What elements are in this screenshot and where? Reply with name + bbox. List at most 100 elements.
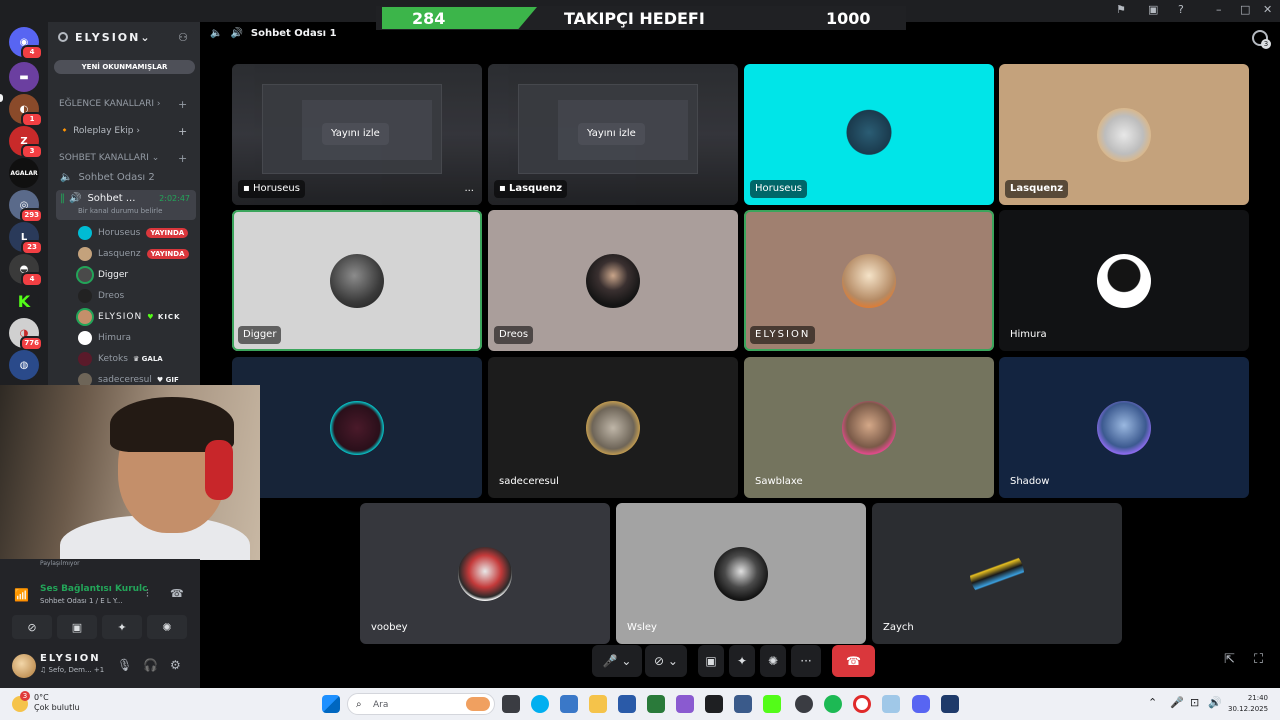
voice-user[interactable]: Digger xyxy=(78,264,193,285)
discord-icon[interactable] xyxy=(912,695,930,713)
start-icon[interactable] xyxy=(322,695,340,713)
invite-people-icon[interactable]: ⚇ xyxy=(178,31,188,44)
kick-icon[interactable] xyxy=(763,695,781,713)
discord-home-icon[interactable]: ◉ 4 xyxy=(9,27,43,60)
server-icon[interactable]: L 23 xyxy=(9,222,43,255)
network-icon[interactable]: ⊡ xyxy=(1190,696,1199,709)
screen-share-button[interactable]: ▣ xyxy=(57,615,97,639)
watch-stream-button[interactable]: Yayını izle xyxy=(322,123,389,145)
headphones-icon[interactable]: 🎧 xyxy=(143,658,158,672)
dreamweaver-icon[interactable] xyxy=(647,695,665,713)
app-icon[interactable] xyxy=(618,695,636,713)
server-icon[interactable]: ◎ 293 xyxy=(9,190,43,223)
settings-icon[interactable]: ⚙ xyxy=(170,658,181,672)
app-icon[interactable] xyxy=(941,695,959,713)
show-hidden-icons[interactable]: ⌃ xyxy=(1148,696,1157,709)
disconnect-icon[interactable]: ☎ xyxy=(170,587,184,600)
server-icon[interactable]: AGALAR xyxy=(9,158,39,188)
volume-icon[interactable]: 🔊 xyxy=(1208,696,1222,709)
server-icon[interactable]: ◓ 4 xyxy=(9,254,43,287)
app-icon[interactable] xyxy=(734,695,752,713)
spotify-icon[interactable] xyxy=(824,695,842,713)
user-tile[interactable]: sadeceresul xyxy=(488,357,738,498)
store-icon[interactable] xyxy=(560,695,578,713)
user-tile[interactable]: Lasquenz xyxy=(999,64,1249,205)
user-tile[interactable]: Shadow xyxy=(999,357,1249,498)
help-icon[interactable]: ? xyxy=(1178,3,1184,16)
nvidia-icon[interactable] xyxy=(705,695,723,713)
visual-studio-icon[interactable] xyxy=(676,695,694,713)
voice-user[interactable]: Dreos xyxy=(78,285,193,306)
close-icon[interactable]: ✕ xyxy=(1263,3,1272,16)
voice-channel-path[interactable]: Sohbet Odası 1 / E L Y... xyxy=(40,597,123,605)
inbox-icon[interactable]: ⚑ xyxy=(1116,3,1126,16)
add-channel-icon[interactable]: + xyxy=(178,125,187,138)
more-icon[interactable]: ··· xyxy=(464,186,474,197)
user-tile[interactable]: Horuseus xyxy=(744,64,994,205)
voice-user[interactable]: Lasquenz YAYINDA xyxy=(78,243,193,264)
minimize-icon[interactable]: – xyxy=(1216,3,1222,16)
user-tile[interactable]: Dreos xyxy=(488,210,738,351)
leave-call-button[interactable]: ☎ xyxy=(832,645,875,677)
activities-button[interactable]: ✦ xyxy=(729,645,755,677)
server-icon[interactable]: ◍ xyxy=(9,350,39,380)
camera-toggle-button[interactable]: ⊘ xyxy=(12,615,52,639)
activities-button[interactable]: ✦ xyxy=(102,615,142,639)
voice-channel-sohbet-2[interactable]: 🔈 Sohbet Odası 2 xyxy=(56,168,196,186)
user-tile[interactable]: ELYSION xyxy=(744,210,994,351)
user-tile[interactable]: Wsley xyxy=(616,503,866,644)
popout-icon[interactable]: ⇱ xyxy=(1224,652,1235,667)
stream-tile[interactable]: Yayını izle ▪ Lasquenz xyxy=(488,64,738,205)
clock[interactable]: 21:40 30.12.2025 xyxy=(1228,693,1268,715)
voice-status[interactable]: Ses Bağlantısı Kurulc xyxy=(40,584,147,594)
microphone-tray-icon[interactable]: 🎤 xyxy=(1170,696,1184,709)
noise-suppression-icon[interactable]: ⫶ xyxy=(146,587,149,601)
soundboard-button[interactable]: ✺ xyxy=(760,645,786,677)
soundboard-button[interactable]: ✺ xyxy=(147,615,187,639)
more-options-button[interactable]: ··· xyxy=(791,645,821,677)
user-tile[interactable]: Zaych xyxy=(872,503,1122,644)
voice-user[interactable]: ELYSION ♥ KICK xyxy=(78,306,193,327)
server-icon[interactable]: ◐ 1 xyxy=(9,94,43,127)
add-channel-icon[interactable]: + xyxy=(178,98,187,111)
user-tile[interactable]: Sawblaxe xyxy=(744,357,994,498)
maximize-icon[interactable]: □ xyxy=(1240,3,1250,16)
watch-stream-button[interactable]: Yayını izle xyxy=(578,123,645,145)
voice-user[interactable]: Ketoks ♛ GALA xyxy=(78,348,193,369)
user-name[interactable]: ELYSION xyxy=(40,653,101,664)
voice-user[interactable]: Horuseus YAYINDA xyxy=(78,222,193,243)
stream-tile[interactable]: Yayını izle ▪ Horuseus ··· xyxy=(232,64,482,205)
category-roleplay[interactable]: 🔸 Roleplay Ekip › + xyxy=(59,125,187,138)
channel-status[interactable]: Bir kanal durumu belirle xyxy=(78,207,162,215)
task-view-icon[interactable] xyxy=(502,695,520,713)
app-icon[interactable] xyxy=(882,695,900,713)
chat-icon[interactable]: 3 xyxy=(1252,30,1271,49)
user-tile[interactable]: voobey xyxy=(360,503,610,644)
signal-icon[interactable]: 📶 xyxy=(14,588,29,602)
screen-icon[interactable]: ▣ xyxy=(1148,3,1158,16)
obs-icon[interactable] xyxy=(795,695,813,713)
mute-button[interactable]: 🎤 ⌄ xyxy=(592,645,642,677)
voice-user[interactable]: Himura xyxy=(78,327,193,348)
unread-banner[interactable]: YENİ OKUNMAMIŞLAR xyxy=(54,60,195,74)
screen-share-button[interactable]: ▣ xyxy=(698,645,724,677)
user-tile[interactable]: Digger xyxy=(232,210,482,351)
kick-server-icon[interactable]: K xyxy=(9,286,39,316)
user-tile[interactable]: Himura xyxy=(999,210,1249,351)
category-sohbet[interactable]: SOHBET KANALLARI ⌄ + xyxy=(59,152,187,165)
fullscreen-icon[interactable]: ⛶ xyxy=(1254,652,1263,667)
category-eglence[interactable]: EĞLENCE KANALLARI › + xyxy=(59,98,187,111)
server-icon[interactable]: ◑ 776 xyxy=(9,318,43,351)
avatar[interactable] xyxy=(12,654,36,678)
weather-widget[interactable]: 0°C Çok bulutlu xyxy=(34,693,80,713)
server-header[interactable]: ELYSION ⌄ ⚇ xyxy=(48,22,200,52)
microphone-icon[interactable]: 🎙 xyxy=(117,658,132,672)
opera-icon[interactable] xyxy=(853,695,871,713)
server-icon[interactable]: Z3 xyxy=(9,126,43,159)
user-tile[interactable]: oks xyxy=(232,357,482,498)
file-explorer-icon[interactable] xyxy=(589,695,607,713)
camera-button[interactable]: ⊘ ⌄ xyxy=(645,645,687,677)
add-channel-icon[interactable]: + xyxy=(178,152,187,165)
skype-icon[interactable] xyxy=(531,695,549,713)
voice-channel-sohbet-1[interactable]: ‖ 🔊 Sohbet ... 2:02:47 Bir kanal durumu be… xyxy=(56,190,196,220)
